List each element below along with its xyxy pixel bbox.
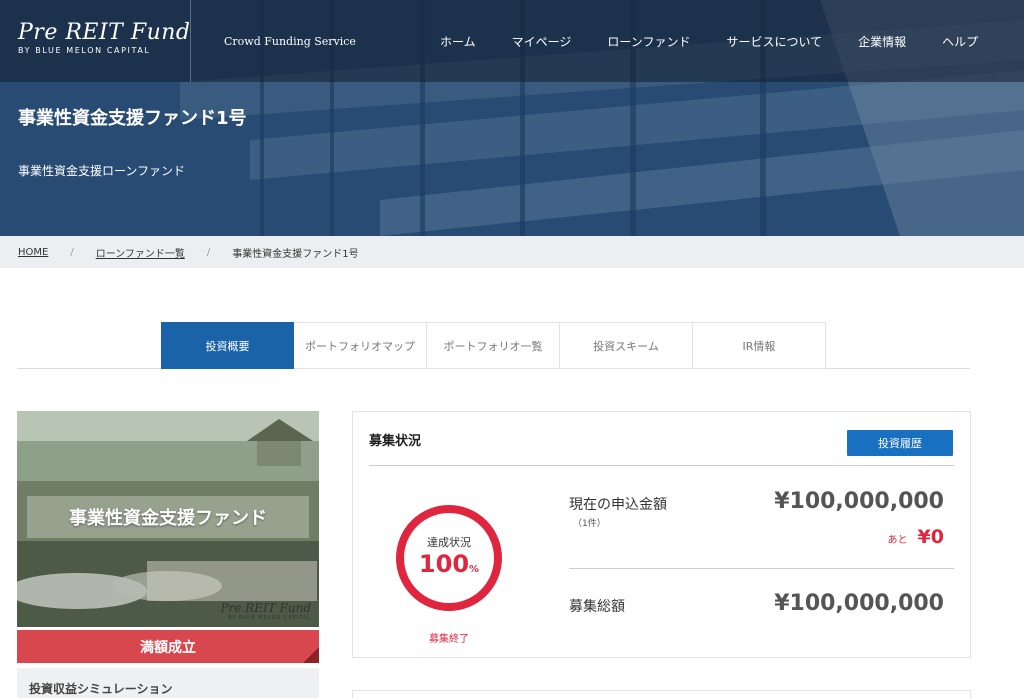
- fund-tabs: 投資概要 ポートフォリオマップ ポートフォリオ一覧 投資スキーム IR情報: [161, 322, 826, 369]
- breadcrumb-loan-fund-list-link[interactable]: ローンファンド一覧: [96, 245, 185, 260]
- row-divider: [569, 568, 954, 569]
- fund-image-title-band: 事業性資金支援ファンド: [27, 496, 309, 538]
- remaining-prefix: あと: [887, 535, 908, 546]
- nav-item-loan-fund[interactable]: ローンファンド: [607, 33, 690, 50]
- tab-portfolio-map[interactable]: ポートフォリオマップ: [294, 322, 427, 369]
- nav-item-about-service[interactable]: サービスについて: [726, 33, 822, 50]
- logo-byline: BY BLUE MELON CAPITAL: [18, 46, 151, 55]
- tab-investment-scheme[interactable]: 投資スキーム: [560, 322, 693, 369]
- fund-image-logo-byline: BY BLUE MELON CAPITAL: [228, 615, 311, 621]
- fund-image-logo-wordmark: Pre REIT Fund: [220, 601, 311, 615]
- fund-status-badge: 満額成立: [17, 630, 319, 663]
- current-application-amount: ¥100,000,000: [774, 489, 944, 514]
- gauge-value: 100%: [394, 550, 504, 578]
- gauge-percent-unit: %: [469, 564, 480, 575]
- gauge-label: 達成状況: [427, 536, 471, 549]
- main-nav: ホーム マイページ ローンファンド サービスについて 企業情報 ヘルプ: [440, 33, 1014, 50]
- remaining-value: ¥0: [917, 526, 944, 548]
- recruitment-status-card: 募集状況 投資履歴 達成状況 100% 募集終了 現在の申込金額 （1件） ¥1…: [352, 411, 971, 658]
- gauge-percent-number: 100: [418, 550, 470, 578]
- recruitment-ended-label: 募集終了: [429, 634, 469, 645]
- fund-image-logo: Pre REIT Fund BY BLUE MELON CAPITAL: [220, 601, 311, 621]
- nav-item-home[interactable]: ホーム: [440, 33, 476, 50]
- recruitment-status-title: 募集状況: [369, 434, 422, 449]
- breadcrumb-home-link[interactable]: HOME: [18, 247, 48, 258]
- breadcrumb-separator: /: [206, 246, 211, 258]
- breadcrumb-current: 事業性資金支援ファンド1号: [232, 248, 359, 260]
- remaining-amount: あと ¥0: [888, 526, 944, 548]
- site-logo[interactable]: Pre REIT Fund BY BLUE MELON CAPITAL: [18, 20, 191, 55]
- next-section-card: [352, 690, 971, 698]
- fund-thumbnail: 事業性資金支援ファンド Pre REIT Fund BY BLUE MELON …: [17, 411, 319, 627]
- tab-ir-info[interactable]: IR情報: [693, 322, 826, 369]
- status-corner-fold: [303, 647, 319, 663]
- card-divider: [369, 465, 954, 466]
- logo-wordmark: Pre REIT Fund: [18, 20, 191, 45]
- investment-simulation-header[interactable]: 投資収益シミュレーション: [17, 668, 319, 698]
- breadcrumb-separator: /: [70, 246, 74, 258]
- current-application-label: 現在の申込金額: [569, 497, 667, 513]
- total-recruitment-label: 募集総額: [569, 599, 625, 615]
- nav-item-company[interactable]: 企業情報: [858, 33, 906, 50]
- tab-portfolio-list[interactable]: ポートフォリオ一覧: [427, 322, 560, 369]
- fund-status-label: 満額成立: [140, 639, 196, 656]
- breadcrumb: HOME / ローンファンド一覧 / 事業性資金支援ファンド1号: [0, 236, 1024, 268]
- nav-item-help[interactable]: ヘルプ: [942, 33, 978, 50]
- page-subtitle: 事業性資金支援ローンファンド: [18, 164, 186, 178]
- application-count: （1件）: [573, 519, 606, 529]
- service-tagline: Crowd Funding Service: [224, 35, 356, 48]
- top-navigation-bar: Pre REIT Fund BY BLUE MELON CAPITAL Crow…: [0, 0, 1024, 82]
- investment-history-button[interactable]: 投資履歴: [847, 430, 953, 456]
- page-title: 事業性資金支援ファンド1号: [18, 108, 247, 129]
- fund-image-title: 事業性資金支援ファンド: [69, 508, 267, 529]
- total-recruitment-amount: ¥100,000,000: [774, 591, 944, 616]
- nav-item-mypage[interactable]: マイページ: [512, 33, 572, 50]
- hero-banner: Pre REIT Fund BY BLUE MELON CAPITAL Crow…: [0, 0, 1024, 236]
- tab-investment-overview[interactable]: 投資概要: [161, 322, 294, 369]
- logo-divider: [190, 0, 191, 82]
